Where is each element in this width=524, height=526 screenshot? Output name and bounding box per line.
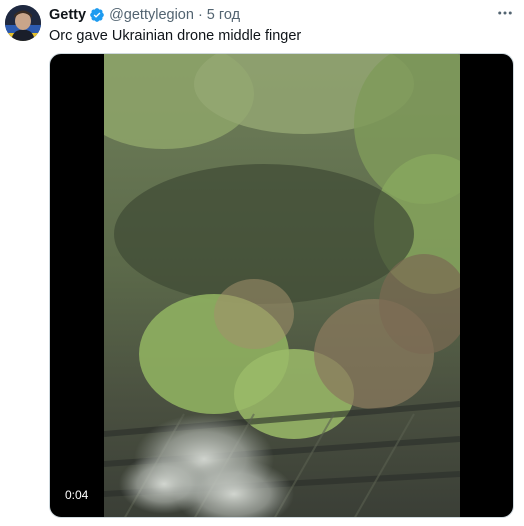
author-display-name[interactable]: Getty bbox=[49, 6, 86, 24]
video-duration: 0:04 bbox=[62, 487, 92, 503]
verified-badge-icon bbox=[89, 7, 105, 23]
tweet-text: Orc gave Ukrainian drone middle finger bbox=[49, 28, 302, 44]
video-player[interactable]: 0:04 bbox=[49, 53, 514, 518]
tweet[interactable]: Getty @gettylegion · 5 год Orc gave Ukra… bbox=[0, 0, 524, 526]
separator-dot: · bbox=[197, 7, 203, 23]
more-options-button[interactable] bbox=[494, 4, 516, 22]
tweet-timestamp[interactable]: 5 год bbox=[207, 6, 240, 24]
avatar-portrait-icon bbox=[5, 5, 41, 41]
avatar[interactable] bbox=[5, 5, 41, 41]
video-frame bbox=[104, 54, 460, 517]
more-horizontal-icon bbox=[498, 11, 512, 15]
author-handle[interactable]: @gettylegion bbox=[109, 6, 194, 24]
tweet-header: Getty @gettylegion · 5 год bbox=[49, 6, 240, 24]
